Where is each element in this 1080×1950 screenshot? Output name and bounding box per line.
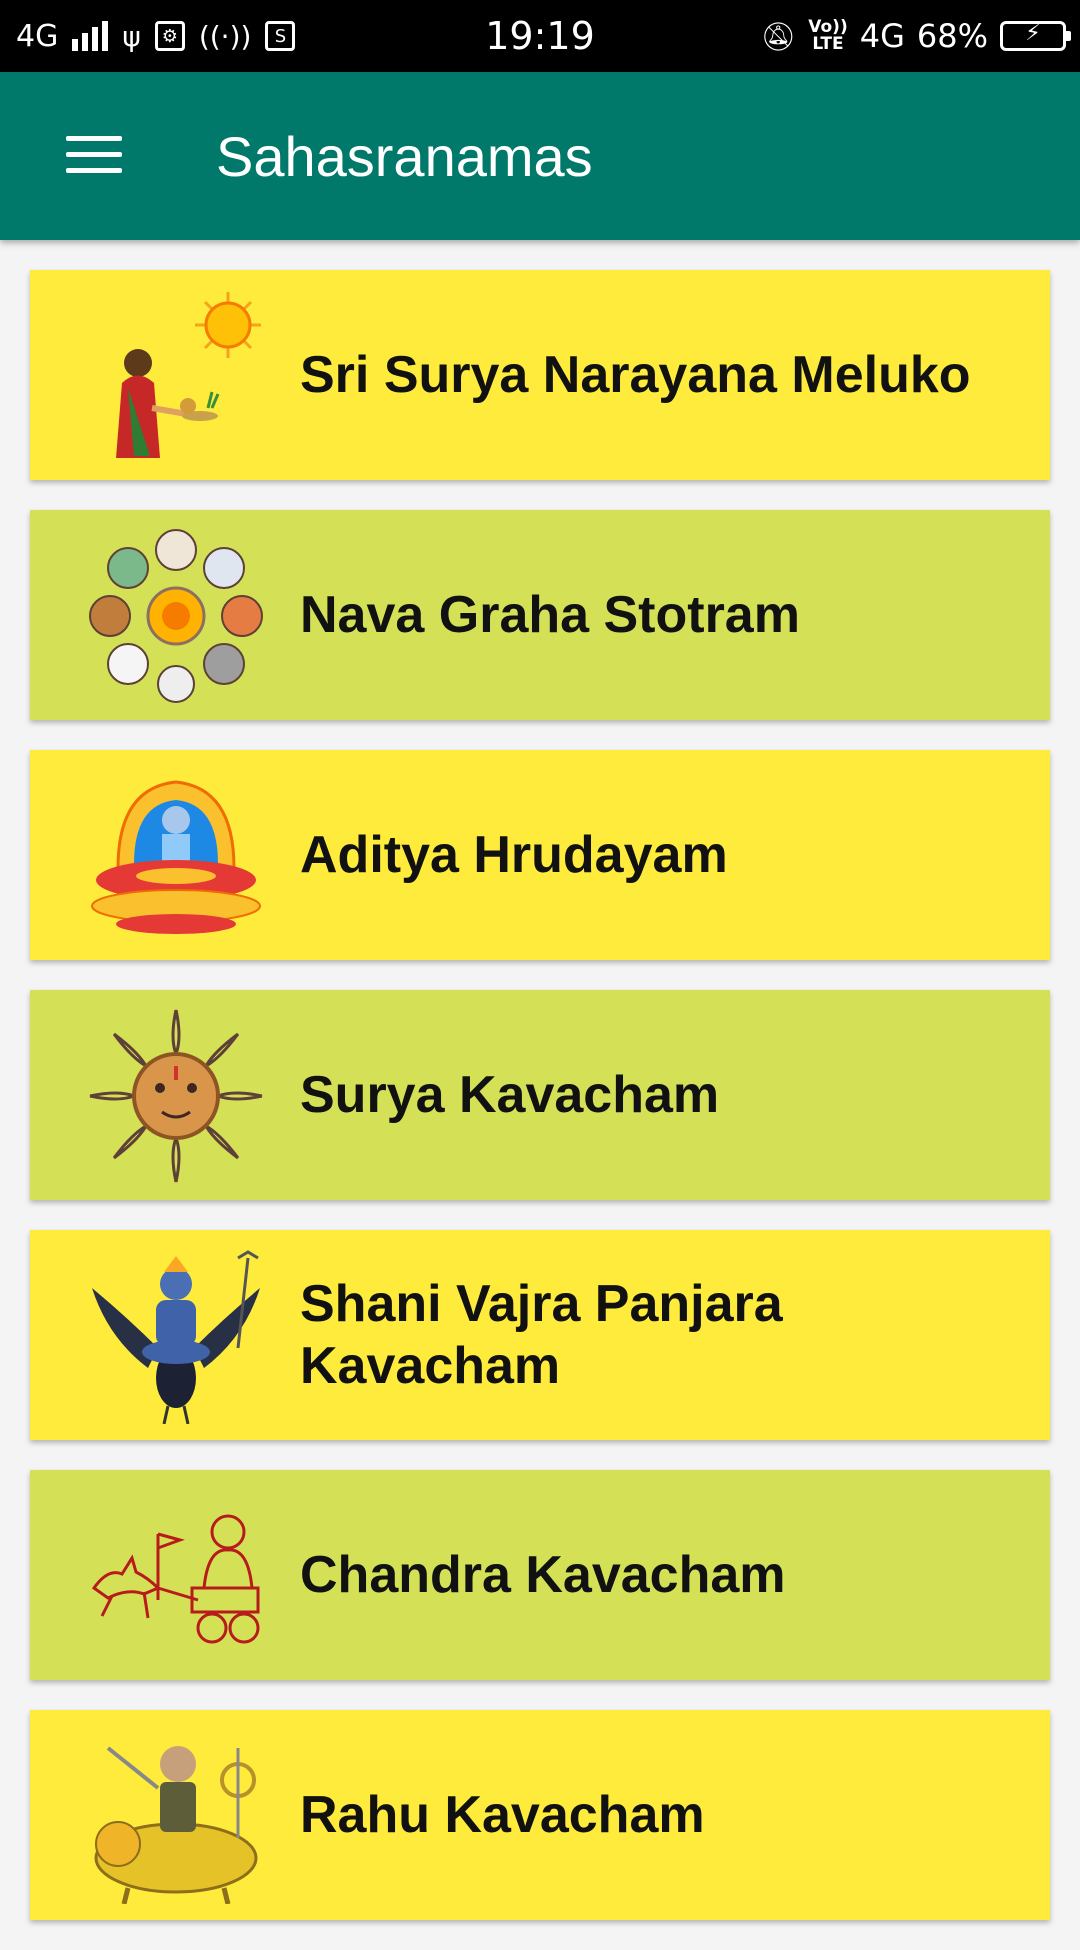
menu-icon[interactable]	[66, 132, 122, 176]
volte-icon: Vo)) LTE	[808, 17, 848, 54]
status-bar: 4G ψ ⚙ ((·)) S 19:19 🔕︎ Vo)) LTE 4G 68% …	[0, 0, 1080, 72]
bell-off-icon: 🔕︎	[760, 19, 797, 53]
list-item[interactable]: Aditya Hrudayam	[30, 750, 1050, 960]
list-item-label: Rahu Kavacham	[300, 1786, 705, 1844]
list-item-label: Sri Surya Narayana Meluko	[300, 346, 971, 404]
list-item[interactable]: Nava Graha Stotram	[30, 510, 1050, 720]
sun-face-icon	[89, 1009, 263, 1183]
navagraha-icon	[89, 529, 263, 703]
list-item-label: Shani Vajra Panjara Kavacham	[300, 1275, 783, 1395]
list-item[interactable]: Surya Kavacham	[30, 990, 1050, 1200]
list-item-label: Surya Kavacham	[300, 1066, 720, 1124]
surya-offering-icon	[116, 292, 261, 458]
shani-crow-icon	[92, 1250, 260, 1424]
chandra-chariot-icon	[91, 1514, 260, 1644]
rahu-lion-icon	[94, 1746, 258, 1904]
list-item-label: Aditya Hrudayam	[300, 826, 728, 884]
list-item[interactable]: Sri Surya Narayana Meluko	[30, 270, 1050, 480]
stotram-list: Sri Surya Narayana Meluko Nava Graha Sto…	[30, 270, 1050, 1950]
battery-percent: 68%	[916, 17, 988, 55]
list-item-label: Nava Graha Stotram	[300, 586, 800, 644]
deity-throne-icon	[91, 780, 261, 934]
app-bar: Sahasranamas	[0, 72, 1080, 240]
list-item[interactable]: Shani Vajra Panjara Kavacham	[30, 1230, 1050, 1440]
page-title: Sahasranamas	[216, 125, 593, 188]
status-right: 🔕︎ Vo)) LTE 4G 68% ⚡	[760, 0, 1071, 72]
battery-icon: ⚡	[1000, 21, 1071, 51]
list-item[interactable]: Chandra Kavacham	[30, 1470, 1050, 1680]
list-item[interactable]: Rahu Kavacham	[30, 1710, 1050, 1920]
list-item-label: Chandra Kavacham	[300, 1546, 786, 1604]
network-right-label: 4G	[859, 17, 905, 55]
